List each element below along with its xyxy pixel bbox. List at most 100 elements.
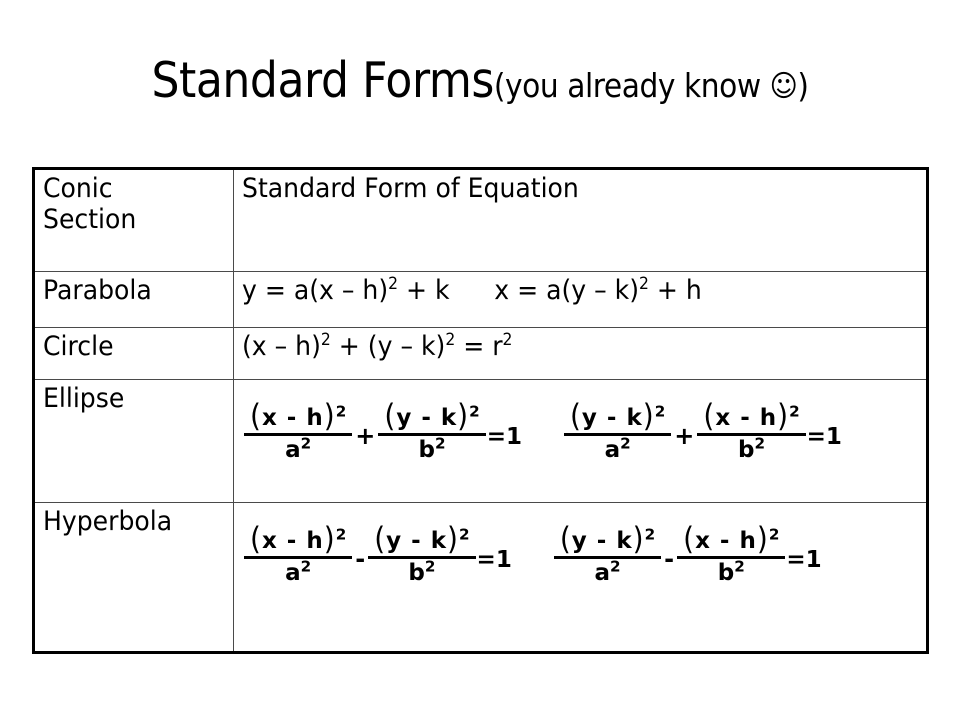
parabola-equations: y = a(x – h)2 + kx = a(y – k)2 + h [242,273,878,307]
row-label-cell-parabola: Parabola [33,271,234,328]
hyperbola-eq1-frac2-denominator: b2 [402,559,441,586]
numerator-exponent: 2 [768,525,780,544]
paren-close: ) [777,396,790,434]
hyperbola-equation-1: (x - h)2 a2 - (y - k)2 b2 =1 [244,519,512,586]
paren-close: ) [323,396,336,434]
smiley-icon: ☺ [769,69,798,104]
parabola-equation-1-exponent: 2 [388,273,399,293]
hyperbola-eq2-frac2-denominator: b2 [712,559,751,586]
row-equation-cell-ellipse: (x - h)2 a2 + (y - k)2 b2 =1 (y - k)2 a2… [233,379,928,503]
ellipse-eq1-frac1-denominator: a2 [279,436,317,463]
paren-close: ) [447,519,459,557]
ellipse-eq2-fraction-1: (y - k)2 a2 [563,396,672,463]
hyperbola-equations: (x - h)2 a2 - (y - k)2 b2 =1 (y - k)2 a2… [242,507,926,586]
hyperbola-eq2-operator: - [664,544,675,573]
circle-exponent-3: 2 [502,329,513,349]
parabola-equation-2-base: x = a(y – k) [494,275,640,306]
row-label-hyperbola: Hyperbola [43,506,173,537]
header-cell-standard-form: Standard Form of Equation [233,168,928,272]
ellipse-equation-1: (x - h)2 a2 + (y - k)2 b2 =1 [244,396,522,463]
paren-close: ) [642,396,655,434]
row-label-cell-ellipse: Ellipse [33,379,234,503]
ellipse-equation-2: (y - k)2 a2 + (x - h)2 b2 =1 [563,396,842,463]
title-subtitle-close: ) [797,66,809,105]
ellipse-eq1-operator: + [355,421,376,450]
numerator-body: x - h [715,405,778,431]
hyperbola-eq1-frac1-denominator: a2 [279,559,317,586]
ellipse-eq1-fraction-2: (y - k)2 b2 [378,396,486,463]
page-title: Standard Forms(you already know ☺) [48,52,912,117]
paren-open: ( [384,396,397,434]
paren-open: ( [683,519,696,557]
hyperbola-eq2-result: =1 [786,547,822,574]
table-row-circle: Circle (x – h)2 + (y – k)2 = r2 [33,327,928,380]
circle-equation-part-2: + (y – k) [330,331,446,362]
row-equation-cell-parabola: y = a(x – h)2 + kx = a(y – k)2 + h [233,271,928,328]
denominator-exponent: 2 [609,557,621,576]
denominator-exponent: 2 [300,434,312,453]
ellipse-eq2-operator: + [674,421,695,450]
row-label-cell-hyperbola: Hyperbola [33,502,234,653]
paren-close: ) [457,396,470,434]
denominator-body: a [604,436,621,463]
parabola-equation-1-base: y = a(x – h) [242,275,389,306]
hyperbola-equation-2: (y - k)2 a2 - (x - h)2 b2 =1 [553,519,822,586]
numerator-exponent: 2 [335,525,347,544]
numerator-body: x - h [695,528,757,554]
ellipse-eq2-result: =1 [806,424,842,451]
conic-sections-table: Conic Section Standard Form of Equation … [32,167,929,654]
hyperbola-eq2-fraction-1: (y - k)2 a2 [553,519,662,586]
table-row-ellipse: Ellipse (x - h)2 a2 + (y - k)2 b2 =1 (y … [33,379,928,503]
numerator-exponent: 2 [458,525,470,544]
paren-close: ) [323,519,336,557]
denominator-exponent: 2 [424,557,436,576]
ellipse-eq2-frac2-numerator: (x - h)2 [697,396,805,434]
ellipse-eq2-frac2-denominator: b2 [732,436,771,463]
row-label-parabola: Parabola [43,275,152,306]
paren-close: ) [756,519,769,557]
row-label-cell-circle: Circle [33,327,234,380]
ellipse-eq2-fraction-2: (x - h)2 b2 [697,396,806,463]
denominator-exponent: 2 [754,434,766,453]
row-equation-cell-hyperbola: (x - h)2 a2 - (y - k)2 b2 =1 (y - k)2 a2… [233,502,928,653]
ellipse-eq2-frac1-numerator: (y - k)2 [564,396,671,434]
title-subtitle-open: (you already know [493,66,770,105]
denominator-body: a [285,436,301,463]
denominator-exponent: 2 [434,434,446,453]
denominator-body: b [408,559,425,586]
header-label-conic-section: Conic Section [43,173,137,235]
ellipse-eq1-frac2-denominator: b2 [413,436,452,463]
numerator-body: x - h [261,405,324,431]
row-label-ellipse: Ellipse [43,383,125,414]
paren-open: ( [374,519,387,557]
paren-close: ) [632,519,645,557]
paren-open: ( [250,396,262,434]
header-cell-conic-section: Conic Section [33,168,234,272]
denominator-exponent: 2 [620,434,631,453]
circle-exponent-2: 2 [445,329,456,349]
ellipse-eq1-result: =1 [486,424,522,451]
numerator-body: y - k [396,405,458,431]
paren-open: ( [250,519,262,557]
numerator-body: y - k [581,405,643,431]
paren-open: ( [569,396,582,434]
header-label-standard-form: Standard Form of Equation [242,173,579,204]
parabola-equation-2-exponent: 2 [639,273,649,293]
hyperbola-eq2-frac1-numerator: (y - k)2 [554,519,661,557]
circle-equation-part-3: = r [455,331,503,362]
table-row-hyperbola: Hyperbola (x - h)2 a2 - (y - k)2 b2 =1 (… [33,502,928,653]
denominator-exponent: 2 [734,557,745,576]
hyperbola-eq1-fraction-2: (y - k)2 b2 [368,519,476,586]
ellipse-eq1-frac1-numerator: (x - h)2 [244,396,352,434]
table-row-parabola: Parabola y = a(x – h)2 + kx = a(y – k)2 … [33,271,928,328]
denominator-body: a [285,559,301,586]
circle-equation: (x – h)2 + (y – k)2 = r2 [242,329,878,363]
numerator-exponent: 2 [654,402,666,421]
denominator-body: b [717,559,735,586]
numerator-body: y - k [386,528,448,554]
hyperbola-eq2-frac1-denominator: a2 [588,559,626,586]
denominator-body: b [418,436,435,463]
hyperbola-eq1-result: =1 [476,547,512,574]
parabola-equation-1-tail: + k [398,275,450,306]
ellipse-eq1-frac2-numerator: (y - k)2 [378,396,485,434]
